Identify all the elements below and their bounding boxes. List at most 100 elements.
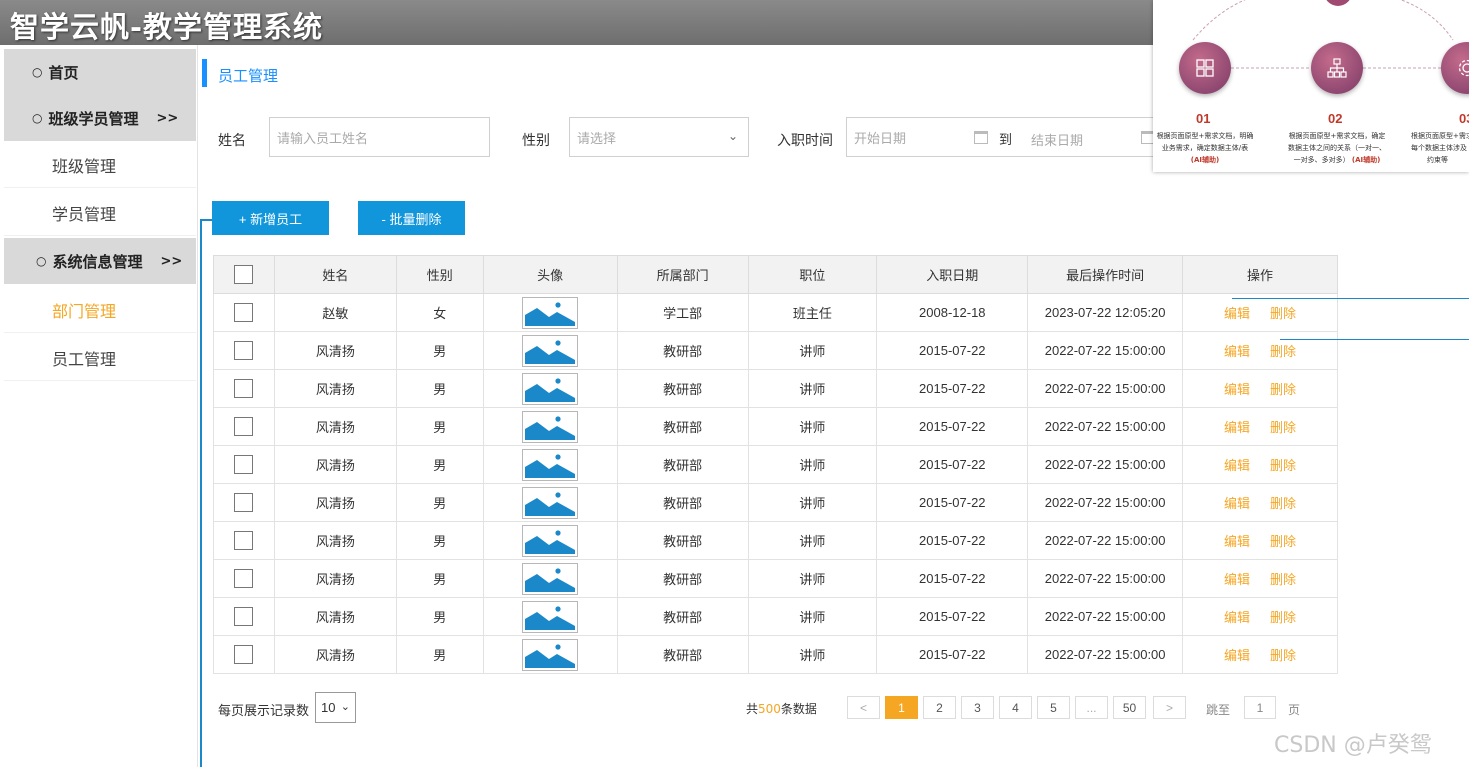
row-checkbox[interactable] [234,417,254,436]
end-date-placeholder: 结束日期 [1031,133,1084,148]
jump-page-input[interactable]: 1 [1244,696,1276,719]
row-checkbox[interactable] [234,607,254,626]
row-checkbox[interactable] [234,455,254,474]
cell-dept: 教研部 [616,597,749,636]
delete-link[interactable]: 删除 [1270,420,1296,435]
sidebar-item-student-manage[interactable]: 学员管理 [4,190,196,236]
date-range-separator: 到 [999,132,1013,147]
edit-link[interactable]: 编辑 [1224,306,1250,321]
avatar [522,448,579,481]
edit-link[interactable]: 编辑 [1224,610,1250,625]
date-range-picker[interactable]: 开始日期 到 结束日期 [846,117,1156,157]
delete-link[interactable]: 删除 [1270,382,1296,397]
edit-link[interactable]: 编辑 [1224,458,1250,473]
page-button-3[interactable]: 3 [961,696,994,719]
table-header-row: 姓名 性别 头像 所属部门 职位 入职日期 最后操作时间 操作 [213,255,1338,294]
page-title: 员工管理 [218,67,279,85]
cell-name: 风清扬 [273,521,397,560]
cell-updated: 2022-07-22 15:00:00 [1027,635,1184,674]
edit-link[interactable]: 编辑 [1224,496,1250,511]
per-page-label: 每页展示记录数 [218,704,310,719]
table-row: 风清扬男教研部 讲师 2015-07-22 2022-07-22 15:00:00 编辑… [213,369,1338,408]
cell-position: 班主任 [747,293,878,332]
next-page-button[interactable]: > [1153,696,1186,719]
hire-date-label: 入职时间 [777,133,833,149]
delete-link[interactable]: 删除 [1270,458,1296,473]
prev-page-button[interactable]: < [847,696,880,719]
sidebar-item-dept-manage[interactable]: 部门管理 [4,287,196,333]
name-filter-placeholder: 请输入员工姓名 [277,130,369,146]
sidebar-group-label: 班级学员管理 [48,109,139,128]
page-button-5[interactable]: 5 [1037,696,1070,719]
cell-avatar [482,407,618,446]
sidebar-group-class[interactable]: ○ 班级学员管理 >> [4,95,196,141]
row-checkbox[interactable] [234,645,254,664]
gender-filter-placeholder: 请选择 [577,130,617,146]
delete-link[interactable]: 删除 [1270,648,1296,663]
step-1-number: 01 [1196,111,1211,126]
sidebar-group-system[interactable]: ○ 系统信息管理 >> [4,238,196,284]
avatar [522,486,579,519]
sidebar-item-class-manage[interactable]: 班级管理 [4,142,196,188]
row-select-cell [213,293,275,332]
delete-link[interactable]: 删除 [1270,344,1296,359]
per-page-select[interactable]: 10 ⌄ [315,692,356,723]
design-steps-overlay: 01 02 03 根据页面原型+需求文档，明确 业务需求，确定数据主体/表 (A… [1153,0,1469,172]
column-header-hire-date: 入职日期 [876,255,1029,294]
add-employee-button[interactable]: + 新增员工 [212,201,329,235]
column-header-avatar: 头像 [482,255,618,294]
delete-link[interactable]: 删除 [1270,496,1296,511]
row-checkbox[interactable] [234,379,254,398]
row-checkbox[interactable] [234,531,254,550]
table-row: 风清扬男教研部 讲师 2015-07-22 2022-07-22 15:00:00 编辑… [213,445,1338,484]
app-title: 智学云帆-教学管理系统 [10,10,324,44]
cell-hire-date: 2015-07-22 [876,331,1029,370]
step-1-circle [1179,42,1231,94]
sidebar-item-home[interactable]: ○ 首页 [4,49,196,95]
image-placeholder-icon [525,413,576,440]
cell-gender: 男 [395,521,484,560]
delete-link[interactable]: 删除 [1270,534,1296,549]
page-button-50[interactable]: 50 [1113,696,1146,719]
name-filter-input[interactable]: 请输入员工姓名 [269,117,490,157]
edit-link[interactable]: 编辑 [1224,382,1250,397]
cell-hire-date: 2015-07-22 [876,635,1029,674]
row-checkbox[interactable] [234,303,254,322]
delete-link[interactable]: 删除 [1270,572,1296,587]
cell-position: 讲师 [747,559,878,598]
edit-link[interactable]: 编辑 [1224,648,1250,663]
edit-link[interactable]: 编辑 [1224,420,1250,435]
page-button-4[interactable]: 4 [999,696,1032,719]
cell-actions: 编辑 删除 [1182,293,1338,332]
cell-name: 风清扬 [273,635,397,674]
step-1-line-2: 业务需求，确定数据主体/表 [1161,144,1249,152]
image-placeholder-icon [525,565,576,592]
app-root: 智学云帆-教学管理系统 ○ 首页 ○ 班级学员管理 >> 班级管理 学员管理 ○… [0,0,1469,767]
row-checkbox[interactable] [234,341,254,360]
gender-filter-select[interactable]: 请选择 ⌄ [569,117,749,157]
start-date-placeholder: 开始日期 [854,130,907,146]
row-select-cell [213,407,275,446]
page-button-1[interactable]: 1 [885,696,918,719]
row-checkbox[interactable] [234,493,254,512]
select-all-checkbox[interactable] [234,265,254,284]
step-3-description: 根据页面原型+需求 每个数据主体涉及 约束等 [1411,130,1469,166]
edit-link[interactable]: 编辑 [1224,534,1250,549]
edit-link[interactable]: 编辑 [1224,344,1250,359]
total-count-text: 共500条数据 [746,700,817,717]
cell-hire-date: 2015-07-22 [876,407,1029,446]
table-row: 风清扬男教研部 讲师 2015-07-22 2022-07-22 15:00:00 编辑… [213,407,1338,446]
cell-avatar [482,331,618,370]
delete-link[interactable]: 删除 [1270,306,1296,321]
table-row: 风清扬男教研部 讲师 2015-07-22 2022-07-22 15:00:00 编辑… [213,597,1338,636]
cell-hire-date: 2015-07-22 [876,521,1029,560]
delete-link[interactable]: 删除 [1270,610,1296,625]
batch-delete-button[interactable]: - 批量删除 [358,201,465,235]
avatar [522,410,579,443]
cell-updated: 2022-07-22 15:00:00 [1027,597,1184,636]
edit-link[interactable]: 编辑 [1224,572,1250,587]
row-checkbox[interactable] [234,569,254,588]
page-button-2[interactable]: 2 [923,696,956,719]
bullet-icon: ○ [32,111,43,125]
sidebar-item-employee-manage[interactable]: 员工管理 [4,335,196,381]
